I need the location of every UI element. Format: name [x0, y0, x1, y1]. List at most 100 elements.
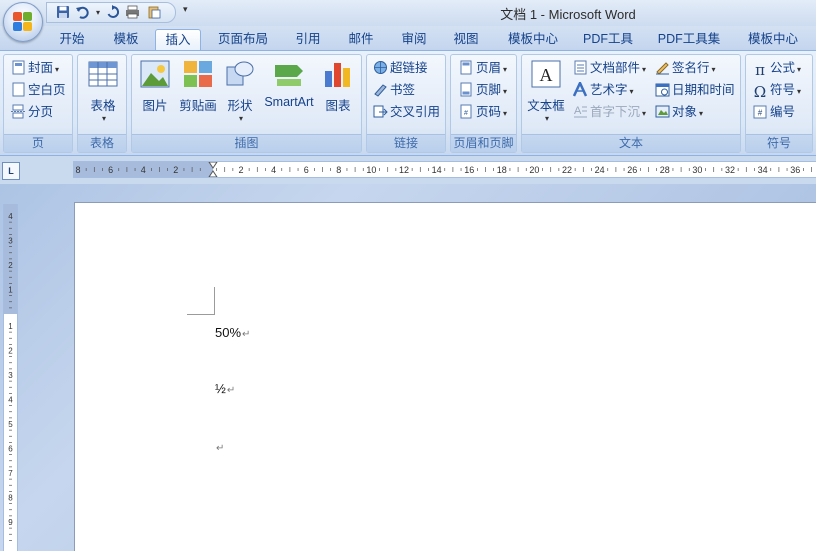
- object-button[interactable]: 对象 ▾: [654, 102, 703, 122]
- shapes-button[interactable]: 形状 ▾: [222, 59, 258, 123]
- globe-link-icon: [372, 60, 388, 76]
- ruler-label: 14: [432, 165, 442, 175]
- paragraph-mark: ↵: [216, 443, 225, 454]
- textbox-icon: A: [530, 59, 562, 91]
- page-break-label: 分页: [28, 105, 54, 119]
- vertical-ruler[interactable]: 4 3 2 1 1 2 3 4 5 6 7 8 9: [3, 204, 18, 551]
- tab-mailings[interactable]: 邮件: [339, 29, 383, 50]
- cover-page-icon: [10, 60, 26, 76]
- ruler-label: 4: [141, 165, 146, 175]
- chevron-down-icon: ▾: [642, 65, 647, 74]
- tab-home[interactable]: 开始: [50, 29, 94, 50]
- clipart-button[interactable]: 剪贴画: [178, 59, 218, 114]
- quick-parts-button[interactable]: 文档部件 ▾: [572, 58, 646, 78]
- picture-button[interactable]: 图片: [136, 59, 174, 114]
- hyperlink-button[interactable]: 超链接: [372, 58, 428, 78]
- tab-view[interactable]: 视图: [444, 29, 488, 50]
- textbox-label: 文本框: [527, 99, 565, 113]
- quick-parts-label: 文档部件: [590, 61, 641, 75]
- tab-pdf-tools[interactable]: PDF工具: [575, 29, 641, 50]
- cross-reference-button[interactable]: 交叉引用: [372, 102, 440, 122]
- ruler-label: 3: [8, 237, 13, 246]
- signature-line-label: 签名行: [672, 61, 710, 75]
- tab-references[interactable]: 引用: [286, 29, 330, 50]
- symbol-label: 符号: [770, 83, 796, 97]
- ribbon-tabs: 开始 模板 插入 页面布局 引用 邮件 审阅 视图 模板中心 PDF工具 PDF…: [0, 26, 816, 50]
- drop-cap-label: 首字下沉: [590, 105, 641, 119]
- chart-button[interactable]: 图表: [320, 59, 356, 114]
- wordart-button[interactable]: 艺术字 ▾: [572, 80, 634, 100]
- header-button[interactable]: 页眉 ▾: [458, 58, 507, 78]
- ruler-label: 12: [399, 165, 409, 175]
- ruler-label: 20: [529, 165, 539, 175]
- footer-icon: [458, 82, 474, 98]
- svg-text:#: #: [464, 110, 468, 117]
- paragraph-2[interactable]: ½↵: [215, 381, 235, 396]
- chevron-down-icon: ▾: [503, 65, 508, 74]
- ruler-bar: L 8 6 4 2 2 4 6 8 10 12 14 16 18 20 22 24 26 28 30 32 34 36: [0, 156, 816, 184]
- date-time-button[interactable]: 日期和时间: [654, 80, 735, 100]
- group-tables: 表格 ▾ 表格: [77, 54, 127, 153]
- chevron-down-icon: ▾: [238, 114, 243, 123]
- ruler-label: 2: [8, 261, 13, 270]
- office-button[interactable]: [3, 2, 43, 42]
- numbering-button[interactable]: # 编号: [752, 102, 795, 122]
- tab-template-center[interactable]: 模板中心: [498, 29, 568, 50]
- tab-stop-selector[interactable]: L: [2, 162, 20, 180]
- ruler-label: 4: [271, 165, 276, 175]
- chart-label: 图表: [325, 99, 351, 113]
- numbering-icon: #: [752, 105, 768, 121]
- smartart-button[interactable]: SmartArt: [260, 59, 318, 109]
- textbox-button[interactable]: A 文本框 ▾: [525, 59, 567, 123]
- document-workspace: 4321123456789 50%↵ ½↵ ↵: [0, 184, 816, 551]
- chevron-down-icon: ▾: [503, 109, 508, 118]
- horizontal-ruler[interactable]: 8 6 4 2 2 4 6 8 10 12 14 16 18 20 22 24 26 28 30 32 34 36: [73, 161, 816, 178]
- tab-pdf-toolset[interactable]: PDF工具集: [650, 29, 728, 50]
- tab-template[interactable]: 模板: [104, 29, 148, 50]
- drop-cap-button[interactable]: A 首字下沉 ▾: [572, 102, 646, 122]
- paragraph-mark: ↵: [226, 385, 236, 396]
- page-break-button[interactable]: 分页: [10, 102, 53, 122]
- ruler-label: 34: [758, 165, 768, 175]
- tab-template-center-2[interactable]: 模板中心: [738, 29, 808, 50]
- table-icon: [87, 59, 119, 91]
- symbol-button[interactable]: Ω 符号 ▾: [752, 80, 801, 100]
- paragraph-text: ½: [215, 381, 226, 396]
- paragraph-3[interactable]: ↵: [215, 439, 224, 454]
- group-label-pages: 页: [4, 134, 72, 152]
- page-number-button[interactable]: # 页码 ▾: [458, 102, 507, 122]
- chevron-down-icon: ▾: [797, 65, 802, 74]
- ruler-label: 8: [8, 494, 13, 503]
- ruler-label: 6: [304, 165, 309, 175]
- ruler-label: 6: [8, 445, 13, 454]
- equation-button[interactable]: π 公式 ▾: [752, 58, 801, 78]
- cover-page-button[interactable]: 封面 ▾: [10, 58, 59, 78]
- group-label-links: 链接: [367, 134, 445, 152]
- ruler-label: 24: [595, 165, 605, 175]
- ruler-label: 10: [366, 165, 376, 175]
- blank-page-button[interactable]: 空白页: [10, 80, 66, 100]
- tab-review[interactable]: 审阅: [392, 29, 436, 50]
- ruler-label: 9: [8, 518, 13, 527]
- bookmark-button[interactable]: 书签: [372, 80, 415, 100]
- ruler-label: 22: [562, 165, 572, 175]
- cross-reference-icon: [372, 104, 388, 120]
- group-label-text: 文本: [522, 134, 740, 152]
- table-button[interactable]: 表格 ▾: [84, 59, 122, 123]
- cross-reference-label: 交叉引用: [390, 105, 441, 119]
- cover-page-label: 封面: [28, 61, 54, 75]
- page-number-icon: #: [458, 104, 474, 120]
- ruler-label: 2: [238, 165, 243, 175]
- paragraph-1[interactable]: 50%↵: [215, 325, 250, 340]
- ruler-label: 30: [692, 165, 702, 175]
- signature-line-button[interactable]: 签名行 ▾: [654, 58, 716, 78]
- bookmark-icon: [372, 82, 388, 98]
- header-icon: [458, 60, 474, 76]
- tab-insert[interactable]: 插入: [155, 29, 201, 50]
- date-time-label: 日期和时间: [672, 83, 735, 97]
- footer-button[interactable]: 页脚 ▾: [458, 80, 507, 100]
- tab-page-layout[interactable]: 页面布局: [210, 29, 276, 50]
- group-text: A 文本框 ▾ 文档部件 ▾ 艺术字 ▾ A 首字下沉 ▾ 签名行 ▾ 日期和时间 对象 ▾…: [521, 54, 741, 153]
- document-page[interactable]: 50%↵ ½↵ ↵: [74, 202, 816, 551]
- svg-text:A: A: [540, 65, 553, 85]
